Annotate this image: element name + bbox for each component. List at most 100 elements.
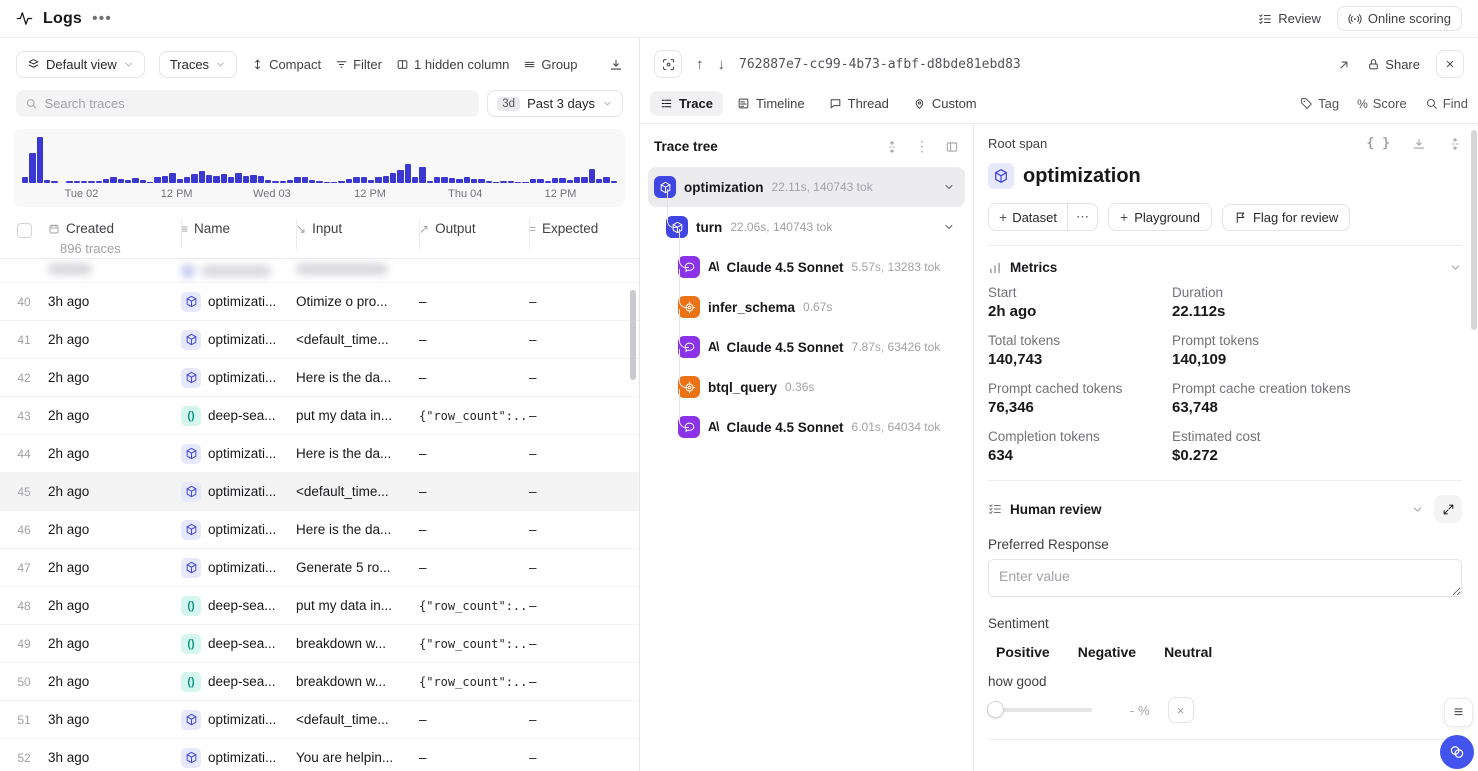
select-all-checkbox[interactable] <box>17 223 32 238</box>
table-row[interactable]: 45 2h ago () optimizati... <default_time… <box>0 473 639 511</box>
expected-cell: – <box>529 370 639 385</box>
histogram-bar <box>375 177 381 183</box>
view-json-button[interactable]: { } <box>1367 136 1390 151</box>
trace-tree-item[interactable]: A\ Claude 4.5 Sonnet 6.01s, 64034 tok <box>648 407 965 447</box>
trace-tree-item[interactable]: A\ Claude 4.5 Sonnet 7.87s, 63426 tok <box>648 327 965 367</box>
pulse-icon <box>16 10 33 27</box>
histogram-bar <box>486 181 492 183</box>
date-range-button[interactable]: 3d Past 3 days <box>487 90 623 117</box>
table-row[interactable]: 42 2h ago () optimizati... Here is the d… <box>0 359 639 397</box>
table-row[interactable]: 44 2h ago () optimizati... Here is the d… <box>0 435 639 473</box>
score-button[interactable]: % Score <box>1357 96 1407 111</box>
chevron-down-icon[interactable] <box>1449 261 1462 274</box>
floating-menu-button[interactable]: ≡ <box>1444 698 1473 727</box>
find-button[interactable]: Find <box>1425 96 1468 111</box>
column-header-expected[interactable]: = Expected <box>529 221 639 236</box>
table-row[interactable]: 50 2h ago () deep-sea... breakdown w... … <box>0 663 639 701</box>
view-dropdown[interactable]: Default view <box>16 51 145 78</box>
span-type-icon: () <box>181 482 201 502</box>
metric-label: Total tokens <box>988 333 1172 348</box>
open-external-button[interactable] <box>1337 56 1351 72</box>
table-row[interactable]: 48 2h ago () deep-sea... put my data in.… <box>0 587 639 625</box>
table-row[interactable]: 52 3h ago () optimizati... You are helpi… <box>0 739 639 771</box>
table-row[interactable]: 46 2h ago () optimizati... Here is the d… <box>0 511 639 549</box>
traces-dropdown[interactable]: Traces <box>159 51 237 78</box>
chevron-down-icon[interactable] <box>1411 503 1424 516</box>
move-icon[interactable] <box>1448 137 1462 151</box>
pin-icon <box>913 97 926 110</box>
focus-trace-button[interactable] <box>654 50 682 78</box>
export-button[interactable] <box>609 58 623 72</box>
column-header-created[interactable]: Created <box>48 221 181 236</box>
metric-item: Duration 22.112s <box>1172 285 1462 320</box>
table-row[interactable]: 41 2h ago () optimizati... <default_time… <box>0 321 639 359</box>
trace-tree-item[interactable]: optimization 22.11s, 140743 tok <box>648 167 965 207</box>
output-cell: – <box>419 332 529 347</box>
flag-for-review-button[interactable]: Flag for review <box>1222 204 1350 231</box>
close-panel-button[interactable]: × <box>1436 50 1464 78</box>
tree-menu-button[interactable]: ⋮ <box>915 138 929 155</box>
brand-button[interactable] <box>1440 735 1474 769</box>
timeline-icon <box>737 97 750 110</box>
open-playground-button[interactable]: + Playground <box>1108 203 1212 231</box>
column-header-input[interactable]: ↘ Input <box>296 221 419 236</box>
table-row[interactable]: 47 2h ago () optimizati... Generate 5 ro… <box>0 549 639 587</box>
metrics-section-header[interactable]: Metrics <box>988 246 1462 285</box>
span-type-icon: () <box>181 292 201 312</box>
tab-timeline[interactable]: Timeline <box>727 91 815 116</box>
page-menu-button[interactable]: ••• <box>92 10 112 28</box>
filter-icon <box>335 58 348 71</box>
traces-table: Created ≡ Name ↘ Input ↗ Output = Expect… <box>0 215 639 771</box>
table-row-partial[interactable] <box>0 259 639 283</box>
trace-tree-item[interactable]: A\ Claude 4.5 Sonnet 5.57s, 13283 tok <box>648 247 965 287</box>
histogram-tick-label: 12 PM <box>161 188 193 200</box>
hidden-column-button[interactable]: 1 hidden column <box>396 57 509 72</box>
share-button[interactable]: Share <box>1367 57 1420 72</box>
next-trace-button[interactable]: ↓ <box>718 56 726 73</box>
sentiment-negative-button[interactable]: Negative <box>1078 644 1136 660</box>
search-traces-box[interactable] <box>16 90 479 117</box>
add-to-dataset-button[interactable]: + Dataset <box>989 204 1067 230</box>
table-row[interactable]: 43 2h ago () deep-sea... put my data in.… <box>0 397 639 435</box>
chevron-down-icon[interactable] <box>943 181 955 193</box>
sentiment-positive-button[interactable]: Positive <box>996 644 1050 660</box>
table-row[interactable]: 40 3h ago () optimizati... Otimize o pro… <box>0 283 639 321</box>
chevron-down-icon <box>215 59 226 70</box>
panel-icon[interactable] <box>945 140 959 154</box>
table-row[interactable]: 51 3h ago () optimizati... <default_time… <box>0 701 639 739</box>
span-metrics: 22.11s, 140743 tok <box>772 180 873 194</box>
tag-button[interactable]: Tag <box>1300 96 1339 111</box>
left-scrollbar-thumb[interactable] <box>630 290 636 380</box>
tab-custom[interactable]: Custom <box>903 91 987 116</box>
column-header-name[interactable]: ≡ Name <box>181 221 296 236</box>
review-button[interactable]: Review <box>1258 11 1321 26</box>
trace-tree-item[interactable]: btql_query 0.36s <box>648 367 965 407</box>
column-header-output[interactable]: ↗ Output <box>419 221 529 236</box>
online-scoring-button[interactable]: Online scoring <box>1337 6 1462 31</box>
trace-tree-item[interactable]: infer_schema 0.67s <box>648 287 965 327</box>
name-cell: () optimizati... <box>181 710 296 730</box>
dataset-more-button[interactable]: ⋯ <box>1067 204 1097 230</box>
group-button[interactable]: Group <box>523 57 577 72</box>
compact-button[interactable]: Compact <box>251 57 321 72</box>
filter-button[interactable]: Filter <box>335 57 382 72</box>
table-row[interactable]: 49 2h ago () deep-sea... breakdown w... … <box>0 625 639 663</box>
trace-tree-item[interactable]: turn 22.06s, 140743 tok <box>648 207 965 247</box>
chevron-down-icon[interactable] <box>943 221 955 233</box>
move-icon[interactable] <box>885 140 899 154</box>
tab-trace[interactable]: Trace <box>650 91 723 116</box>
clear-score-button[interactable]: × <box>1168 697 1194 723</box>
preferred-response-input[interactable] <box>988 559 1462 597</box>
previous-trace-button[interactable]: ↑ <box>696 56 704 73</box>
download-icon[interactable] <box>1412 137 1426 151</box>
sentiment-neutral-button[interactable]: Neutral <box>1164 644 1212 660</box>
how-good-slider[interactable] <box>988 708 1092 712</box>
traces-histogram[interactable]: Tue 0212 PMWed 0312 PMThu 0412 PM <box>14 129 625 207</box>
human-review-section-header[interactable]: Human review <box>988 481 1462 533</box>
expand-review-button[interactable] <box>1434 495 1462 523</box>
tab-thread[interactable]: Thread <box>819 91 899 116</box>
histogram-bar <box>596 179 602 183</box>
right-scrollbar-thumb[interactable] <box>1471 130 1477 330</box>
search-input[interactable] <box>44 96 470 111</box>
slider-knob[interactable] <box>987 701 1004 718</box>
